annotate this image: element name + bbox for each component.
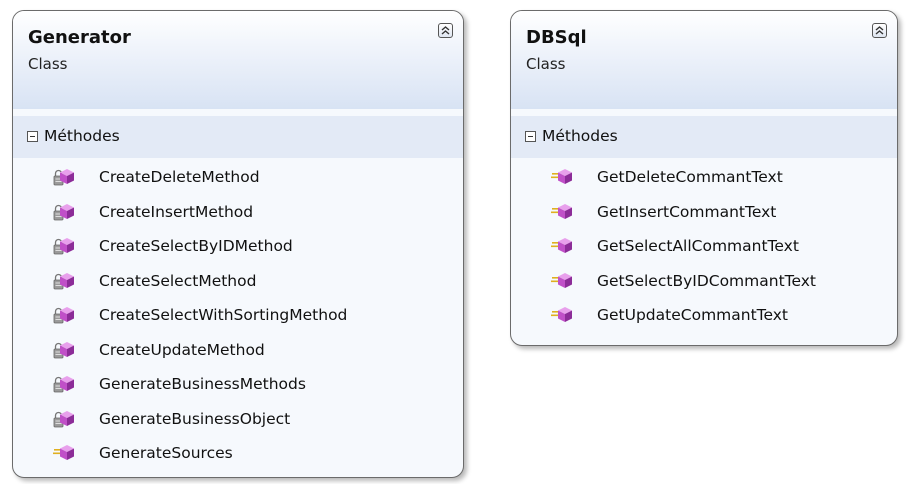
double-chevron-up-icon	[875, 26, 884, 35]
public-method-icon	[551, 236, 573, 256]
method-label: CreateDeleteMethod	[99, 168, 260, 186]
public-method-icon	[551, 271, 573, 291]
method-item[interactable]: GenerateSources	[13, 437, 463, 472]
class-name: Generator	[28, 27, 131, 48]
method-label: GenerateBusinessMethods	[99, 375, 306, 393]
collapse-section-icon[interactable]	[27, 131, 38, 142]
method-item[interactable]: GetDeleteCommantText	[511, 161, 897, 196]
method-item[interactable]: CreateUpdateMethod	[13, 334, 463, 369]
class-shape-generator[interactable]: Generator Class Méthodes CreateDeleteMet…	[12, 10, 464, 478]
method-item[interactable]: CreateDeleteMethod	[13, 161, 463, 196]
method-item[interactable]: GetUpdateCommantText	[511, 299, 897, 334]
private-method-icon	[53, 236, 75, 256]
method-label: GenerateSources	[99, 444, 233, 462]
method-list: GetDeleteCommantText GetInsertCommantText…	[511, 161, 897, 334]
method-label: GetSelectAllCommantText	[597, 237, 799, 255]
private-method-icon	[53, 340, 75, 360]
method-item[interactable]: CreateSelectWithSortingMethod	[13, 299, 463, 334]
double-chevron-up-icon	[441, 26, 450, 35]
collapse-button[interactable]	[872, 23, 887, 38]
method-label: CreateSelectWithSortingMethod	[99, 306, 348, 324]
class-header: Generator Class	[13, 11, 463, 109]
class-shape-dbsql[interactable]: DBSql Class Méthodes GetDeleteCommantTex…	[510, 10, 898, 346]
private-method-icon	[53, 374, 75, 394]
class-header: DBSql Class	[511, 11, 897, 109]
private-method-icon	[53, 167, 75, 187]
method-label: GetDeleteCommantText	[597, 168, 783, 186]
method-item[interactable]: GetSelectByIDCommantText	[511, 265, 897, 300]
class-stereotype: Class	[526, 55, 566, 73]
method-label: CreateUpdateMethod	[99, 340, 265, 359]
private-method-icon	[53, 409, 75, 429]
section-label: Méthodes	[542, 127, 618, 145]
method-item[interactable]: CreateSelectMethod	[13, 265, 463, 300]
method-label: GenerateBusinessObject	[99, 409, 291, 428]
method-list: CreateDeleteMethod CreateInsertMethod Crea…	[13, 161, 463, 472]
collapse-button[interactable]	[438, 23, 453, 38]
method-label: CreateSelectMethod	[99, 271, 257, 290]
public-method-icon	[551, 167, 573, 187]
public-method-icon	[53, 443, 75, 463]
method-item[interactable]: GenerateBusinessObject	[13, 403, 463, 438]
public-method-icon	[551, 305, 573, 325]
section-label: Méthodes	[44, 127, 120, 145]
methods-section-header[interactable]: Méthodes	[511, 116, 897, 158]
method-label: GetUpdateCommantText	[597, 306, 789, 324]
collapse-section-icon[interactable]	[525, 131, 536, 142]
method-item[interactable]: CreateSelectByIDMethod	[13, 230, 463, 265]
method-item[interactable]: GetSelectAllCommantText	[511, 230, 897, 265]
method-item[interactable]: GenerateBusinessMethods	[13, 368, 463, 403]
method-label: CreateSelectByIDMethod	[99, 237, 293, 255]
method-item[interactable]: CreateInsertMethod	[13, 196, 463, 231]
public-method-icon	[551, 202, 573, 222]
private-method-icon	[53, 305, 75, 325]
method-label: CreateInsertMethod	[99, 202, 254, 221]
methods-section-header[interactable]: Méthodes	[13, 116, 463, 158]
method-item[interactable]: GetInsertCommantText	[511, 196, 897, 231]
class-name: DBSql	[526, 27, 587, 48]
method-label: GetInsertCommantText	[597, 202, 777, 221]
private-method-icon	[53, 202, 75, 222]
method-label: GetSelectByIDCommantText	[597, 271, 817, 290]
private-method-icon	[53, 271, 75, 291]
class-stereotype: Class	[28, 55, 68, 73]
